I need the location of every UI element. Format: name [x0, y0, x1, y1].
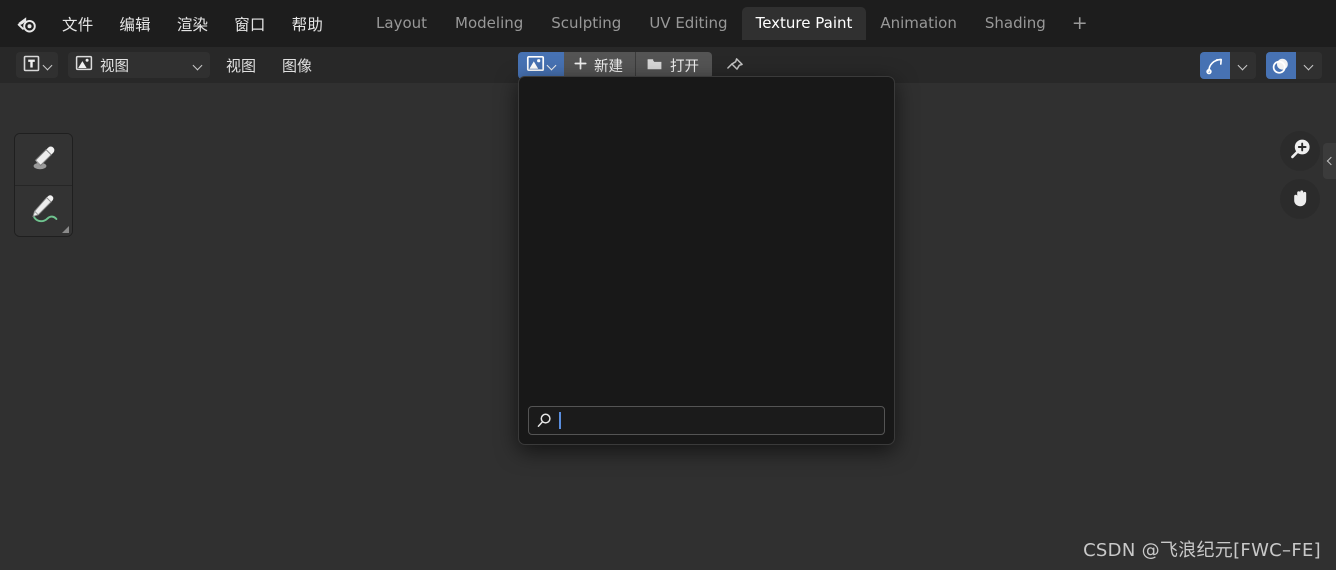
tab-texture-paint[interactable]: Texture Paint: [741, 7, 867, 40]
menu-render[interactable]: 渲染: [164, 10, 221, 38]
uv-image-editor-icon: [22, 54, 41, 77]
tab-uv-editing[interactable]: UV Editing: [635, 8, 741, 39]
workspace-tabs: Layout Modeling Sculpting UV Editing Tex…: [362, 0, 1100, 47]
watermark: CSDN @飞浪纪元[FWC–FE]: [1083, 540, 1321, 561]
image-browse-icon: [526, 54, 545, 77]
new-image-label: 新建: [594, 59, 623, 75]
overlays-sphere-icon[interactable]: [1266, 52, 1296, 79]
pan-gizmo[interactable]: [1280, 179, 1320, 219]
top-bar: 文件 编辑 渲染 窗口 帮助 Layout Modeling Sculpting…: [0, 0, 1336, 47]
annotate-tool[interactable]: [15, 185, 72, 236]
chevron-down-icon[interactable]: [1230, 52, 1256, 79]
datablock-search-row[interactable]: [528, 406, 885, 435]
open-image-label: 打开: [670, 59, 699, 75]
sidebar-toggle[interactable]: [1323, 143, 1336, 179]
navigation-gizmos: [1280, 131, 1320, 219]
menu-help[interactable]: 帮助: [279, 10, 336, 38]
menu-window[interactable]: 窗口: [221, 10, 278, 38]
tab-modeling[interactable]: Modeling: [441, 8, 537, 39]
editor-type-selector[interactable]: [16, 52, 58, 78]
search-input[interactable]: [561, 407, 884, 434]
main-menu: 文件 编辑 渲染 窗口 帮助: [49, 10, 336, 38]
new-image-button[interactable]: 新建: [564, 52, 635, 79]
tool-palette: [14, 133, 73, 237]
image-icon: [75, 54, 93, 76]
overlays-toggle[interactable]: [1266, 52, 1322, 79]
tab-shading[interactable]: Shading: [971, 8, 1060, 39]
folder-icon: [646, 56, 663, 76]
sample-tool[interactable]: [15, 134, 72, 185]
image-mode-label: 视图: [100, 58, 129, 75]
chevron-down-icon[interactable]: [1296, 52, 1322, 79]
eyedropper-icon: [27, 141, 61, 179]
tab-animation[interactable]: Animation: [866, 8, 970, 39]
zoom-gizmo[interactable]: [1280, 131, 1320, 171]
image-datablock-widget: 新建 打开: [518, 52, 746, 79]
gizmo-curve-icon[interactable]: [1200, 52, 1230, 79]
blender-window: 文件 编辑 渲染 窗口 帮助 Layout Modeling Sculpting…: [0, 0, 1336, 570]
hand-icon: [1288, 185, 1313, 214]
header-right-toggles: [1200, 52, 1322, 79]
pin-icon[interactable]: [724, 55, 746, 77]
menu-image[interactable]: 图像: [272, 52, 322, 79]
tool-subgroup-indicator: [62, 226, 69, 233]
chevron-down-icon: [194, 61, 203, 70]
blender-logo-icon[interactable]: [13, 10, 41, 38]
open-image-button[interactable]: 打开: [635, 52, 712, 79]
menu-view[interactable]: 视图: [216, 52, 266, 79]
plus-icon: [573, 56, 588, 75]
chevron-down-icon: [44, 61, 53, 70]
magnifier-plus-icon: [1288, 137, 1313, 166]
chevron-down-icon: [548, 61, 557, 70]
image-datablock-browser: [518, 76, 895, 445]
menu-edit[interactable]: 编辑: [106, 10, 163, 38]
image-mode-selector[interactable]: 视图: [68, 52, 210, 78]
datablock-list[interactable]: [528, 86, 885, 406]
search-icon: [529, 412, 559, 429]
tab-layout[interactable]: Layout: [362, 8, 441, 39]
menu-file[interactable]: 文件: [49, 10, 106, 38]
tab-sculpting[interactable]: Sculpting: [537, 8, 635, 39]
add-workspace-button[interactable]: +: [1060, 14, 1100, 33]
annotate-pencil-icon: [26, 192, 62, 230]
browse-image-button[interactable]: [518, 52, 564, 79]
gizmos-toggle[interactable]: [1200, 52, 1256, 79]
